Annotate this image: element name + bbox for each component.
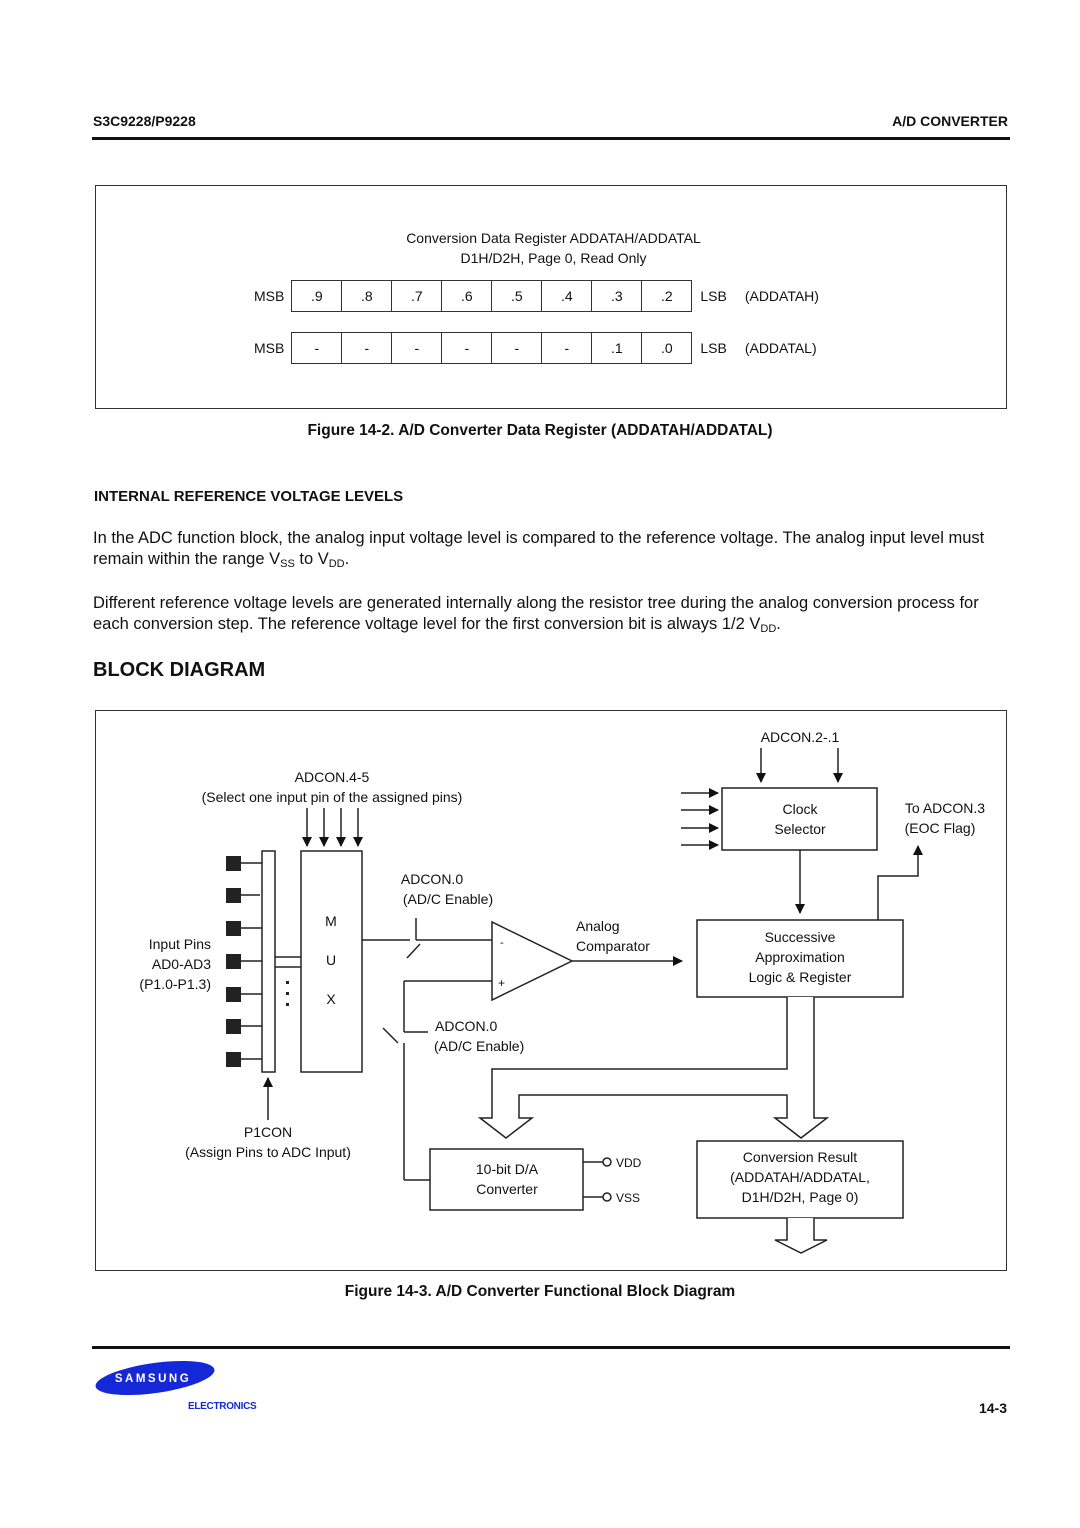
result-label-3: D1H/D2H, Page 0) — [742, 1189, 859, 1205]
adcon0-top-label: ADCON.0 — [401, 871, 463, 887]
adc-enable-bottom-label: (AD/C Enable) — [434, 1038, 524, 1054]
mux-letter-m: M — [325, 913, 337, 929]
logo-text: SAMSUNG — [115, 1373, 191, 1385]
footer-rule — [92, 1346, 1010, 1349]
clock-selector-block — [721, 787, 878, 851]
dac-block — [429, 1148, 584, 1211]
dac-label-2: Converter — [476, 1181, 538, 1197]
input-pin-square — [226, 1019, 241, 1034]
p1con-label: P1CON — [244, 1124, 292, 1140]
enable-switch-bottom — [382, 1027, 399, 1044]
ellipsis-dot — [286, 992, 289, 995]
vss-terminal — [602, 1192, 612, 1202]
ellipsis-dot — [286, 981, 289, 984]
vdd-terminal — [602, 1157, 612, 1167]
enable-switch-top — [406, 943, 421, 959]
page-number: 14-3 — [978, 1400, 1007, 1416]
minus-sign: - — [500, 937, 504, 949]
adcon21-label: ADCON.2-.1 — [761, 729, 840, 745]
input-pin-square — [226, 1052, 241, 1067]
adcon45-label: ADCON.4-5 — [295, 769, 370, 785]
analog-label: Analog — [576, 918, 620, 934]
comparator-label: Comparator — [576, 938, 650, 954]
adcon45-desc: (Select one input pin of the assigned pi… — [202, 789, 463, 805]
input-pin-square — [226, 856, 241, 871]
eoc-arrow — [877, 845, 923, 920]
adc-enable-top-label: (AD/C Enable) — [403, 891, 493, 907]
figure-14-3-caption: Figure 14-3. A/D Converter Functional Bl… — [344, 1283, 736, 1300]
result-label-1: Conversion Result — [743, 1149, 857, 1165]
input-pin-square — [226, 921, 241, 936]
sar-label-1: Successive — [765, 929, 836, 945]
samsung-logo: SAMSUNG — [95, 1360, 215, 1396]
result-label-2: (ADDATAH/ADDATAL, — [730, 1169, 870, 1185]
mux-letter-x: X — [326, 991, 336, 1007]
input-pins-label-2: AD0-AD3 — [152, 956, 211, 972]
sar-output-bus — [477, 997, 830, 1139]
vdd-label: VDD — [616, 1156, 642, 1170]
dac-label-1: 10-bit D/A — [476, 1161, 539, 1177]
p1con-desc: (Assign Pins to ADC Input) — [185, 1144, 351, 1160]
pin-bus — [261, 850, 276, 1073]
to-adcon3-label: To ADCON.3 — [905, 800, 985, 816]
input-pin-square — [226, 888, 241, 903]
sar-label-3: Logic & Register — [749, 969, 852, 985]
mux-letter-u: U — [326, 952, 336, 968]
input-pins-label-1: Input Pins — [149, 936, 211, 952]
input-pins-label-3: (P1.0-P1.3) — [139, 976, 211, 992]
input-pin-square — [226, 987, 241, 1002]
plus-sign: + — [498, 976, 505, 990]
clock-selector-label-2: Selector — [774, 821, 826, 837]
adcon0-bottom-label: ADCON.0 — [435, 1018, 497, 1034]
clock-selector-label-1: Clock — [782, 801, 818, 817]
ellipsis-dot — [286, 1003, 289, 1006]
eoc-flag-label: (EOC Flag) — [905, 820, 976, 836]
logo-subtext: ELECTRONICS — [188, 1401, 257, 1412]
sar-label-2: Approximation — [755, 949, 845, 965]
result-output-arrow — [774, 1218, 828, 1254]
input-pin-square — [226, 954, 241, 969]
vss-label: VSS — [616, 1191, 640, 1205]
